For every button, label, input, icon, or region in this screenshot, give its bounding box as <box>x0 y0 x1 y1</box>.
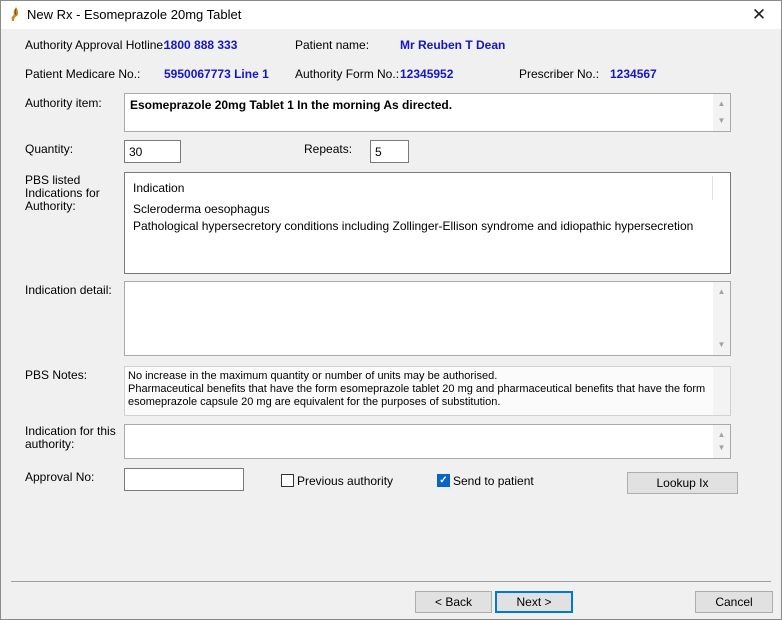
authority-item-label: Authority item: <box>25 96 102 110</box>
close-icon[interactable]: ✕ <box>739 3 779 27</box>
footer-separator <box>11 581 771 582</box>
pbs-note-line: No increase in the maximum quantity or n… <box>128 370 498 382</box>
scroll-down-icon[interactable]: ▼ <box>713 440 730 456</box>
quantity-label: Quantity: <box>25 142 74 156</box>
authority-form-value: 12345952 <box>400 67 454 81</box>
medicare-label: Patient Medicare No.: <box>25 67 141 81</box>
scroll-down-icon[interactable]: ▼ <box>713 113 730 129</box>
pbs-note-line: Pharmaceutical benefits that have the fo… <box>128 383 706 395</box>
lookup-ix-button[interactable]: Lookup Ix <box>627 472 738 494</box>
pbs-notes-scrollbar[interactable] <box>713 367 730 415</box>
authority-item-textarea[interactable]: Esomeprazole 20mg Tablet 1 In the mornin… <box>124 93 731 132</box>
dialog-window: New Rx - Esomeprazole 20mg Tablet ✕ Auth… <box>0 0 782 620</box>
medicare-value: 5950067773 Line 1 <box>164 67 269 81</box>
app-icon <box>8 6 24 22</box>
scroll-down-icon[interactable]: ▼ <box>713 337 730 353</box>
previous-authority-checkbox[interactable] <box>281 474 294 487</box>
quantity-input[interactable]: 30 <box>124 140 181 163</box>
patient-name-label: Patient name: <box>295 38 370 52</box>
indications-list[interactable]: Indication Scleroderma oesophagus Pathol… <box>124 172 731 274</box>
hotline-value: 1800 888 333 <box>164 38 238 52</box>
repeats-input[interactable]: 5 <box>370 140 409 163</box>
scroll-up-icon[interactable]: ▲ <box>713 96 730 112</box>
send-to-patient-checkbox[interactable]: ✓ <box>437 474 450 487</box>
indication-detail-label: Indication detail: <box>25 283 112 297</box>
indication-for-authority-textarea[interactable]: ▲ ▼ <box>124 424 731 459</box>
approval-no-input[interactable] <box>124 468 244 491</box>
window-title: New Rx - Esomeprazole 20mg Tablet <box>27 7 242 22</box>
pbs-notes-text: No increase in the maximum quantity or n… <box>128 370 710 415</box>
approval-no-label: Approval No: <box>25 470 95 484</box>
previous-authority-label[interactable]: Previous authority <box>297 474 393 488</box>
pbs-notes-label: PBS Notes: <box>25 368 88 382</box>
cancel-button[interactable]: Cancel <box>695 591 773 613</box>
indications-label: PBS listed Indications for Authority: <box>25 173 100 213</box>
send-to-patient-label[interactable]: Send to patient <box>453 474 534 488</box>
prescriber-value: 1234567 <box>610 67 657 81</box>
prescriber-label: Prescriber No.: <box>519 67 600 81</box>
next-button[interactable]: Next > <box>495 591 573 613</box>
pbs-note-line: esomeprazole capsule 20 mg are equivalen… <box>128 396 501 408</box>
indication-detail-textarea[interactable]: ▲ ▼ <box>124 281 731 356</box>
repeats-label: Repeats: <box>304 142 353 156</box>
indication-for-authority-label: Indication for this authority: <box>25 424 116 451</box>
authority-item-text: Esomeprazole 20mg Tablet 1 In the mornin… <box>130 98 453 112</box>
title-bar: New Rx - Esomeprazole 20mg Tablet ✕ <box>1 1 781 29</box>
pbs-notes-box[interactable]: No increase in the maximum quantity or n… <box>124 366 731 416</box>
patient-name-value: Mr Reuben T Dean <box>400 38 506 52</box>
scroll-up-icon[interactable]: ▲ <box>713 284 730 300</box>
indication-row[interactable]: Scleroderma oesophagus <box>133 202 270 216</box>
hotline-label: Authority Approval Hotline: <box>25 38 167 52</box>
authority-form-label: Authority Form No.: <box>295 67 400 81</box>
indication-for-authority-scrollbar[interactable]: ▲ ▼ <box>713 425 730 458</box>
indication-column-header: Indication <box>133 181 185 195</box>
indication-row[interactable]: Pathological hypersecretory conditions i… <box>133 219 693 233</box>
authority-item-scrollbar[interactable]: ▲ ▼ <box>713 94 730 131</box>
indication-detail-scrollbar[interactable]: ▲ ▼ <box>713 282 730 355</box>
back-button[interactable]: < Back <box>415 591 492 613</box>
column-divider <box>712 176 713 200</box>
